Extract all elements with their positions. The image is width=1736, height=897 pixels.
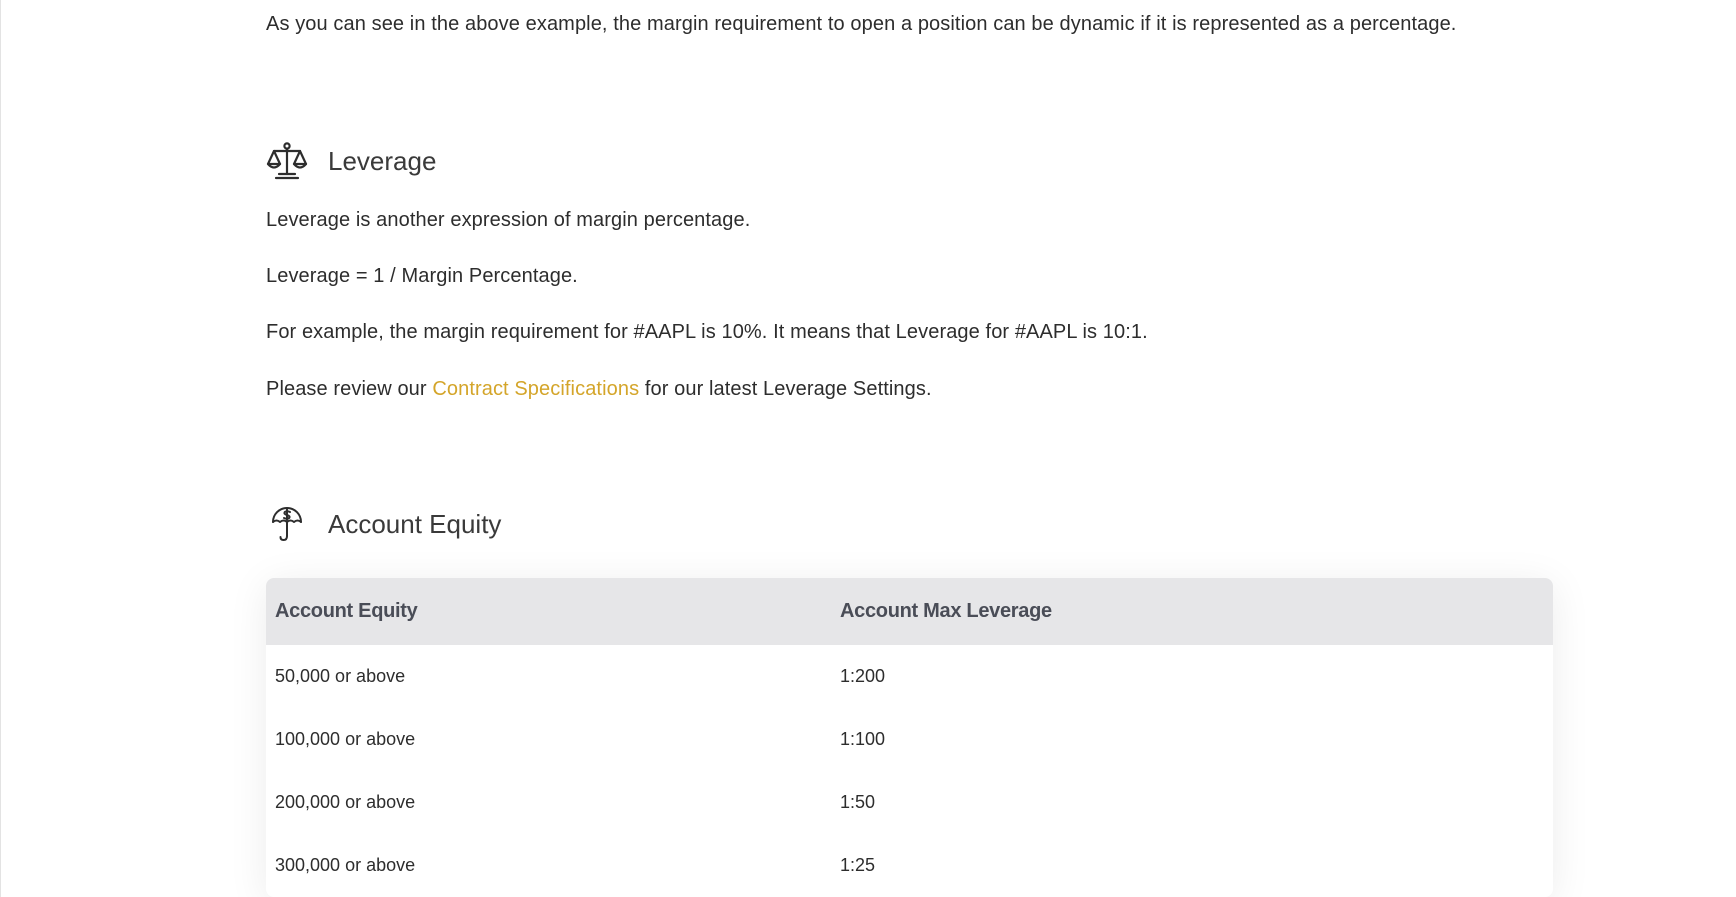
account-equity-table: Account Equity Account Max Leverage 50,0… xyxy=(266,578,1553,897)
page: As you can see in the above example, the… xyxy=(0,0,1736,897)
table-row: 300,000 or above 1:25 xyxy=(266,834,1553,897)
leverage-cell: 1:50 xyxy=(840,792,876,812)
contract-specifications-link[interactable]: Contract Specifications xyxy=(432,378,639,400)
leverage-section-header: Leverage xyxy=(266,140,436,182)
column-header-account-equity: Account Equity xyxy=(275,600,418,622)
leverage-paragraph-1: Leverage is another expression of margin… xyxy=(266,209,751,231)
leverage-cell: 1:200 xyxy=(840,666,886,686)
leverage-cell: 1:100 xyxy=(840,729,886,749)
leverage-paragraph-4: Please review our Contract Specification… xyxy=(266,376,932,402)
leverage-paragraph-2: Leverage = 1 / Margin Percentage. xyxy=(266,265,578,287)
equity-cell: 200,000 or above xyxy=(275,792,416,812)
leverage-cell: 1:25 xyxy=(840,855,876,875)
table-row: 100,000 or above 1:100 xyxy=(266,708,1553,771)
column-header-max-leverage: Account Max Leverage xyxy=(840,600,1052,622)
para4-prefix: Please review our xyxy=(266,378,433,400)
table-header-row: Account Equity Account Max Leverage xyxy=(266,578,1553,645)
table-row: 200,000 or above 1:50 xyxy=(266,771,1553,834)
equity-cell: 50,000 or above xyxy=(275,666,406,686)
scales-icon xyxy=(266,140,308,182)
leverage-title: Leverage xyxy=(328,145,437,176)
equity-cell: 300,000 or above xyxy=(275,855,416,875)
money-umbrella-icon xyxy=(266,503,308,545)
intro-paragraph: As you can see in the above example, the… xyxy=(266,13,1457,35)
account-equity-title: Account Equity xyxy=(328,508,502,539)
account-equity-section-header: Account Equity xyxy=(266,503,501,545)
para4-suffix: for our latest Leverage Settings. xyxy=(639,378,932,400)
leverage-paragraph-3: For example, the margin requirement for … xyxy=(266,321,1148,343)
equity-cell: 100,000 or above xyxy=(275,729,416,749)
table-row: 50,000 or above 1:200 xyxy=(266,645,1553,708)
